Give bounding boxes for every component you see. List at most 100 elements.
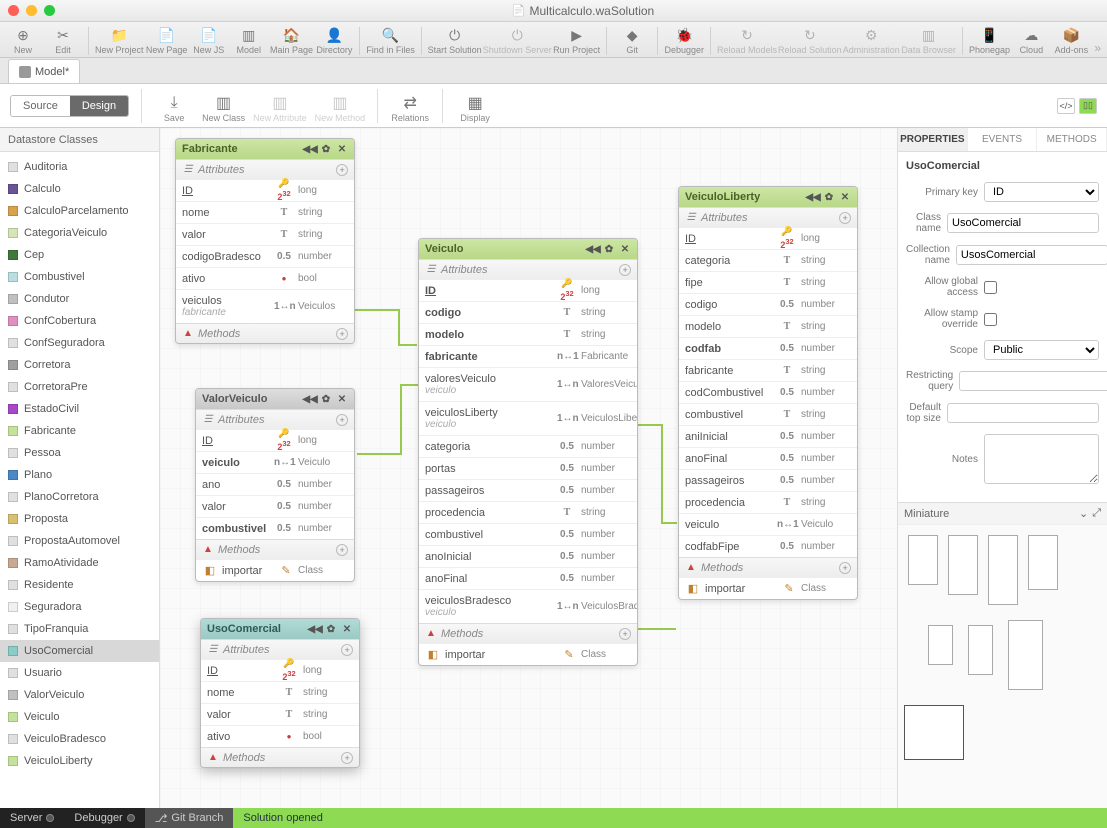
- attribute-row-id[interactable]: ID232long: [201, 659, 359, 681]
- attribute-row-categoria[interactable]: categoriaTstring: [679, 249, 857, 271]
- scope-select[interactable]: Public: [984, 340, 1099, 360]
- methods-section-header[interactable]: ▲ Methods +: [679, 557, 857, 577]
- attribute-row-codfab[interactable]: codfab0.5number: [679, 337, 857, 359]
- methods-section-header[interactable]: ▲ Methods +: [419, 623, 637, 643]
- tab-properties[interactable]: PROPERTIES: [898, 128, 968, 151]
- attribute-row-procedencia[interactable]: procedenciaTstring: [679, 491, 857, 513]
- add-attribute-button[interactable]: +: [336, 414, 348, 426]
- add-method-button[interactable]: +: [839, 562, 851, 574]
- gear-icon[interactable]: ✿: [320, 143, 332, 155]
- layout-toggle[interactable]: ▯▯: [1079, 98, 1097, 114]
- toolbar-model-button[interactable]: ▥Model: [232, 25, 266, 55]
- toolbar-add-ons-button[interactable]: 📦Add-ons: [1054, 25, 1088, 55]
- class-item-cep[interactable]: Cep: [0, 244, 159, 266]
- entity-header[interactable]: ValorVeiculo ◀◀ ✿ ✕: [196, 389, 354, 409]
- minimize-window-button[interactable]: [26, 5, 37, 16]
- attribute-row-nome[interactable]: nomeTstring: [201, 681, 359, 703]
- methods-section-header[interactable]: ▲ Methods +: [201, 747, 359, 767]
- add-attribute-button[interactable]: +: [839, 212, 851, 224]
- attribute-row-fipe[interactable]: fipeTstring: [679, 271, 857, 293]
- class-item-plano[interactable]: Plano: [0, 464, 159, 486]
- collapse-icon[interactable]: ◀◀: [304, 393, 316, 405]
- allow-global-checkbox[interactable]: [984, 281, 997, 294]
- toolbar-run-project-button[interactable]: ▶Run Project: [555, 25, 598, 55]
- toolbar-new-class-button[interactable]: ▥New Class: [202, 93, 245, 123]
- top-size-input[interactable]: [947, 403, 1099, 423]
- toolbar-new-js-button[interactable]: 📄New JS: [192, 25, 226, 55]
- code-view-toggle[interactable]: </>: [1057, 98, 1075, 114]
- attribute-row-passageiros[interactable]: passageiros0.5number: [419, 479, 637, 501]
- attribute-row-fabricante[interactable]: fabricanten↔1Fabricante: [419, 345, 637, 367]
- collapse-icon[interactable]: ◀◀: [309, 623, 321, 635]
- toolbar-new-page-button[interactable]: 📄New Page: [148, 25, 186, 55]
- class-item-ramoatividade[interactable]: RamoAtividade: [0, 552, 159, 574]
- design-mode-button[interactable]: Design: [70, 96, 128, 116]
- restricting-query-input[interactable]: [959, 371, 1107, 391]
- tab-events[interactable]: EVENTS: [968, 128, 1038, 151]
- class-item-calculo[interactable]: Calculo: [0, 178, 159, 200]
- toolbar-git-button[interactable]: ◆Git: [615, 25, 649, 55]
- attributes-section-header[interactable]: ☰ Attributes +: [176, 159, 354, 179]
- class-item-proposta[interactable]: Proposta: [0, 508, 159, 530]
- attributes-section-header[interactable]: ☰ Attributes +: [679, 207, 857, 227]
- toolbar-edit-button[interactable]: ✂Edit: [46, 25, 80, 55]
- attribute-row-codigo[interactable]: codigoTstring: [419, 301, 637, 323]
- toolbar-find-in-files-button[interactable]: 🔍Find in Files: [368, 25, 413, 55]
- toolbar-debugger-button[interactable]: 🐞Debugger: [666, 25, 702, 55]
- class-item-seguradora[interactable]: Seguradora: [0, 596, 159, 618]
- attribute-row-id[interactable]: ID232long: [679, 227, 857, 249]
- collapse-icon[interactable]: ◀◀: [807, 191, 819, 203]
- add-method-button[interactable]: +: [336, 328, 348, 340]
- entity-fabricante[interactable]: Fabricante ◀◀ ✿ ✕ ☰ Attributes + ID232lo…: [175, 138, 355, 344]
- class-item-fabricante[interactable]: Fabricante: [0, 420, 159, 442]
- pencil-icon[interactable]: ✎: [781, 582, 797, 595]
- attribute-row-anoinicial[interactable]: anoInicial0.5number: [419, 545, 637, 567]
- entity-veiculo[interactable]: Veiculo ◀◀ ✿ ✕ ☰ Attributes + ID232longc…: [418, 238, 638, 666]
- attribute-row-valor[interactable]: valor0.5number: [196, 495, 354, 517]
- pencil-icon[interactable]: ✎: [278, 564, 294, 577]
- class-item-tipofranquia[interactable]: TipoFranquia: [0, 618, 159, 640]
- attribute-row-codcombustivel[interactable]: codCombustivel0.5number: [679, 381, 857, 403]
- class-item-categoriaveiculo[interactable]: CategoriaVeiculo: [0, 222, 159, 244]
- attributes-section-header[interactable]: ☰ Attributes +: [201, 639, 359, 659]
- add-method-button[interactable]: +: [619, 628, 631, 640]
- entity-header[interactable]: Veiculo ◀◀ ✿ ✕: [419, 239, 637, 259]
- gear-icon[interactable]: ✿: [823, 191, 835, 203]
- attribute-row-combustivel[interactable]: combustivel0.5number: [419, 523, 637, 545]
- maximize-window-button[interactable]: [44, 5, 55, 16]
- attribute-row-combustivel[interactable]: combustivel0.5number: [196, 517, 354, 539]
- attribute-row-codigo[interactable]: codigo0.5number: [679, 293, 857, 315]
- class-item-propostaautomovel[interactable]: PropostaAutomovel: [0, 530, 159, 552]
- tab-model[interactable]: Model*: [8, 59, 80, 83]
- class-item-confseguradora[interactable]: ConfSeguradora: [0, 332, 159, 354]
- method-row-importar[interactable]: ◧importar✎Class: [419, 643, 637, 665]
- toolbar-display-button[interactable]: ▦Display: [455, 93, 495, 123]
- class-item-residente[interactable]: Residente: [0, 574, 159, 596]
- chevron-down-icon[interactable]: ⌄: [1079, 507, 1088, 520]
- source-mode-button[interactable]: Source: [11, 96, 70, 116]
- class-item-planocorretora[interactable]: PlanoCorretora: [0, 486, 159, 508]
- collapse-icon[interactable]: ◀◀: [587, 243, 599, 255]
- entity-header[interactable]: VeiculoLiberty ◀◀ ✿ ✕: [679, 187, 857, 207]
- gear-icon[interactable]: ✿: [325, 623, 337, 635]
- attribute-row-veiculo[interactable]: veiculon↔1Veiculo: [196, 451, 354, 473]
- attribute-row-portas[interactable]: portas0.5number: [419, 457, 637, 479]
- attribute-row-modelo[interactable]: modeloTstring: [679, 315, 857, 337]
- attributes-section-header[interactable]: ☰ Attributes +: [196, 409, 354, 429]
- attribute-row-valoresveiculo[interactable]: valoresVeiculoveiculo1↔nValoresVeiculo: [419, 367, 637, 401]
- toolbar-directory-button[interactable]: 👤Directory: [317, 25, 351, 55]
- collapse-icon[interactable]: ◀◀: [304, 143, 316, 155]
- attribute-row-codfabfipe[interactable]: codfabFipe0.5number: [679, 535, 857, 557]
- toolbar-save-button[interactable]: ⤓Save: [154, 93, 194, 123]
- attribute-row-aniinicial[interactable]: aniInicial0.5number: [679, 425, 857, 447]
- class-item-pessoa[interactable]: Pessoa: [0, 442, 159, 464]
- close-icon[interactable]: ✕: [341, 623, 353, 635]
- toolbar-new-button[interactable]: ⊕New: [6, 25, 40, 55]
- attribute-row-id[interactable]: ID232long: [196, 429, 354, 451]
- toolbar-cloud-button[interactable]: ☁Cloud: [1014, 25, 1048, 55]
- class-item-confcobertura[interactable]: ConfCobertura: [0, 310, 159, 332]
- gear-icon[interactable]: ✿: [603, 243, 615, 255]
- method-row-importar[interactable]: ◧importar✎Class: [196, 559, 354, 581]
- toolbar-overflow-button[interactable]: »: [1094, 41, 1101, 55]
- attribute-row-combustivel[interactable]: combustivelTstring: [679, 403, 857, 425]
